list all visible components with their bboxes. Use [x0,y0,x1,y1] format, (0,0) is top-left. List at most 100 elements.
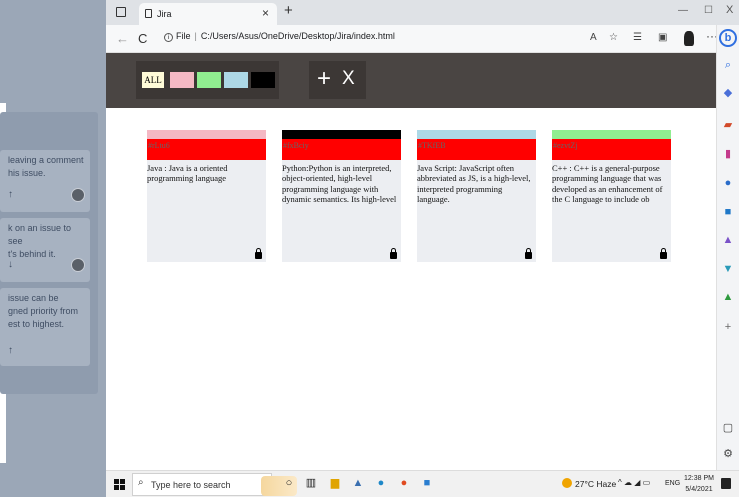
drop-icon[interactable]: ▼ [722,263,734,275]
url-text: C:/Users/Asus/OneDrive/Desktop/Jira/inde… [200,31,395,41]
priority-arrow-icon: ↓ [8,259,13,270]
file-explorer-icon[interactable]: ▆ [328,476,342,490]
minimize-button[interactable]: — [678,5,688,16]
card-line: his issue. [8,168,46,178]
chrome-icon[interactable]: ● [397,476,411,490]
new-tab-button[interactable]: + [284,2,293,19]
remove-ticket-button[interactable]: X [342,68,355,90]
address-bar: ← C i File | C:/Users/Asus/OneDrive/Desktop… [106,25,739,53]
background-card: issue can be gned priority from est to h… [0,288,90,366]
profile-icon[interactable] [684,31,694,46]
collections-icon[interactable]: ▣ [658,32,667,43]
office-icon[interactable]: ■ [722,206,734,218]
edge-icon[interactable]: ● [374,476,388,490]
read-aloud-icon[interactable]: A [590,32,597,43]
shopping-icon[interactable]: ▰ [722,119,734,131]
lock-icon[interactable] [525,248,532,259]
vscode-icon[interactable]: ■ [420,476,434,490]
add-ticket-button[interactable]: + [317,65,331,93]
ticket-card[interactable]: #rLtu6 Java : Java is a oriented program… [147,130,266,262]
filter-all-button[interactable]: ALL [142,72,164,88]
filter-green-button[interactable] [197,72,221,88]
notification-icon[interactable] [721,478,731,489]
page-content: ALL + X #rLtu6 Java : Java is a oriented… [106,53,716,470]
language-indicator[interactable]: ENG [665,480,680,487]
tree-icon[interactable]: ▲ [722,291,734,303]
title-bar: Jira × + — ☐ X [106,0,739,25]
lock-icon[interactable] [255,248,262,259]
tab-actions-icon[interactable] [116,7,126,17]
tab-close-icon[interactable]: × [262,6,269,20]
favorites-list-icon[interactable]: ☰ [633,32,642,43]
close-window-button[interactable]: X [726,4,733,16]
card-line: issue can be [8,293,59,303]
search-icon[interactable]: ⌕ [722,59,734,71]
designer-icon[interactable]: ▲ [722,234,734,246]
card-line: leaving a comment [8,155,84,165]
ticket-color-stripe[interactable] [282,130,401,139]
start-tile [120,479,125,484]
start-button[interactable] [114,479,125,490]
ticket-description: Java Script: JavaScript often abbreviate… [417,163,531,205]
favorite-icon[interactable]: ☆ [609,32,618,43]
tools-icon[interactable]: ▮ [722,148,734,160]
weather-widget[interactable]: 27°C Haze [562,478,616,489]
info-icon[interactable]: i [164,33,173,42]
avatar [71,258,85,272]
page-icon [145,9,152,18]
maximize-button[interactable]: ☐ [704,5,713,16]
back-arrow-icon[interactable]: ← [116,31,129,46]
split-screen-icon[interactable]: ▢ [722,422,734,434]
system-tray[interactable]: ^ ☁ ◢ ▭ [618,478,650,487]
tag-icon[interactable]: ◆ [722,87,734,99]
add-sidebar-item-icon[interactable]: + [722,321,734,333]
taskbar: ⌕ Type here to search ○ ▥ ▆ ▲ ● ● ■ 27°C… [106,470,739,497]
filter-pink-button[interactable] [170,72,194,88]
clock-date: 5/4/2021 [685,486,713,493]
tab-jira[interactable]: Jira × [139,3,277,25]
start-tile [114,479,119,484]
cortana-icon[interactable]: ○ [282,476,296,490]
ticket-description: Python:Python is an interpreted, object-… [282,163,397,205]
ticket-card[interactable]: #TKfEB Java Script: JavaScript often abb… [417,130,536,262]
taskbar-search[interactable]: ⌕ Type here to search [132,473,297,496]
sun-icon [562,478,572,488]
toolbar: ALL + X [106,53,716,108]
url-field[interactable]: i File | C:/Users/Asus/OneDrive/Desktop/Jir… [164,31,395,42]
background-board-column: 3 leaving a comment his issue. ↑ k on an… [0,112,98,394]
lock-icon[interactable] [390,248,397,259]
task-view-icon[interactable]: ▥ [304,476,318,490]
card-text: leaving a comment his issue. [0,154,86,180]
ticket-color-stripe[interactable] [417,130,536,139]
priority-arrow-icon: ↑ [8,345,13,356]
ticket-color-stripe[interactable] [552,130,671,139]
ticket-card[interactable]: #ezvtZj C++ : C++ is a general-purpose p… [552,130,671,262]
card-line: gned priority from [8,306,79,316]
avatar [71,188,85,202]
settings-gear-icon[interactable]: ⚙ [722,448,734,460]
clock[interactable]: 12:38 PM 5/4/2021 [684,473,714,495]
ticket-id: #rLtu6 [147,139,266,160]
browser-window: Jira × + — ☐ X ← C i File | C:/Users/Asus/O… [106,0,739,470]
filter-blue-button[interactable] [224,72,248,88]
store-icon[interactable]: ▲ [351,476,365,490]
lock-icon[interactable] [660,248,667,259]
clock-time: 12:38 PM [684,475,714,482]
weather-text: 27°C Haze [575,479,617,489]
card-text: issue can be gned priority from est to h… [0,292,86,331]
action-group: + X [309,61,366,99]
bing-chat-button[interactable]: b [719,29,737,47]
tab-title: Jira [157,9,172,19]
background-card: k on an issue to see t's behind it. ↓ [0,218,90,282]
card-line: est to highest. [8,319,65,329]
ticket-id: #ezvtZj [552,139,671,160]
ticket-card[interactable]: #fxBciy Python:Python is an interpreted,… [282,130,401,262]
background-window: 3 leaving a comment his issue. ↑ k on an… [0,0,106,497]
url-scheme: File [176,31,191,41]
refresh-icon[interactable]: C [138,31,147,46]
games-icon[interactable]: ● [722,177,734,189]
priority-arrow-icon: ↑ [8,189,13,200]
ticket-color-stripe[interactable] [147,130,266,139]
filter-black-button[interactable] [251,72,275,88]
search-placeholder: Type here to search [151,480,231,490]
